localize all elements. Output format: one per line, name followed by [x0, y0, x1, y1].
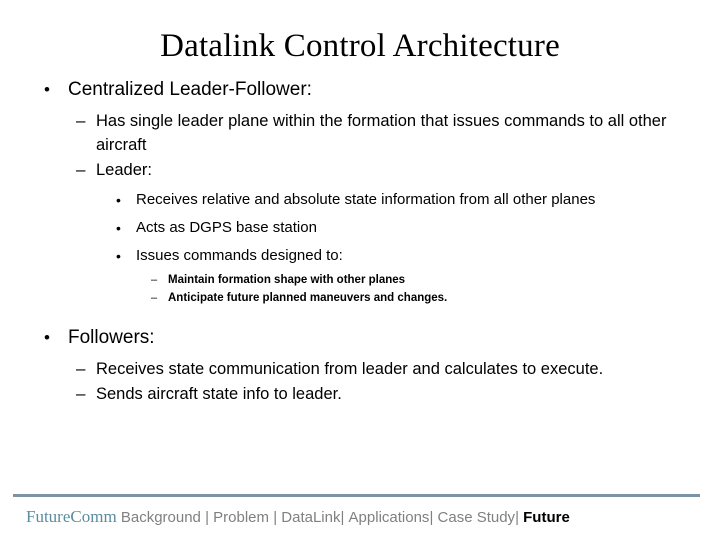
slide-body: • Centralized Leader-Follower: – Has sin…: [0, 76, 720, 407]
bullet-item: – Receives state communication from lead…: [0, 357, 720, 381]
bullet-item: – Sends aircraft state info to leader.: [0, 382, 720, 406]
bullet-text: Maintain formation shape with other plan…: [168, 274, 406, 286]
bullet-text: Receives relative and absolute state inf…: [136, 191, 596, 208]
nav-item-future[interactable]: Future: [523, 509, 570, 526]
nav-item-problem[interactable]: Problem: [213, 509, 269, 526]
bullet-marker: –: [151, 292, 158, 304]
bullet-item: – Has single leader plane within the for…: [0, 109, 720, 157]
bullet-item: – Anticipate future planned maneuvers an…: [0, 289, 720, 307]
nav-item-case-study[interactable]: Case Study: [438, 509, 516, 526]
bullet-marker: –: [76, 359, 86, 378]
nav-item-background[interactable]: Background: [121, 509, 201, 526]
bullet-text: Followers:: [68, 327, 155, 348]
bullet-item: • Acts as DGPS base station: [0, 215, 720, 241]
bullet-marker: –: [76, 111, 86, 130]
bullet-marker: •: [44, 328, 50, 347]
bullet-text: Issues commands designed to:: [136, 247, 343, 264]
bullet-text: Leader:: [96, 161, 152, 179]
footer-divider: [13, 494, 700, 497]
bullet-item: • Receives relative and absolute state i…: [0, 187, 720, 213]
bullet-item: – Maintain formation shape with other pl…: [0, 271, 720, 289]
bullet-marker: •: [116, 220, 121, 236]
brand-label: FutureComm: [26, 507, 117, 526]
bullet-marker: •: [116, 192, 121, 208]
nav-item-datalink[interactable]: DataLink: [281, 509, 340, 526]
bullet-text: Centralized Leader-Follower:: [68, 79, 312, 100]
footer-navigation: FutureComm Background | Problem | DataLi…: [26, 506, 706, 529]
bullet-marker: •: [44, 80, 50, 99]
bullet-item: • Followers:: [0, 324, 720, 351]
bullet-item: • Centralized Leader-Follower:: [0, 76, 720, 103]
bullet-text: Anticipate future planned maneuvers and …: [168, 292, 448, 304]
bullet-item: • Issues commands designed to:: [0, 243, 720, 269]
nav-item-applications[interactable]: Applications: [349, 509, 430, 526]
bullet-item: – Leader:: [0, 158, 720, 182]
bullet-marker: –: [76, 160, 86, 179]
page-title: Datalink Control Architecture: [160, 28, 560, 64]
bullet-marker: –: [151, 274, 158, 286]
bullet-marker: –: [76, 384, 86, 403]
bullet-text: Acts as DGPS base station: [136, 219, 317, 236]
slide: Datalink Control Architecture • Centrali…: [0, 0, 720, 540]
bullet-text: Receives state communication from leader…: [96, 360, 604, 378]
bullet-text: Has single leader plane within the forma…: [96, 112, 667, 154]
bullet-marker: •: [116, 248, 121, 264]
bullet-text: Sends aircraft state info to leader.: [96, 385, 342, 403]
